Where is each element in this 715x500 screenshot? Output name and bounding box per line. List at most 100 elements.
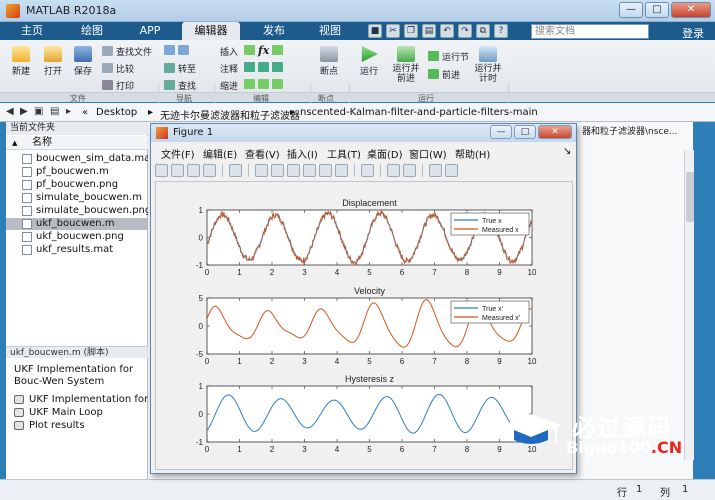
figure-minimize-button[interactable]: — (490, 125, 512, 139)
login-link[interactable]: 登录 (682, 25, 704, 41)
figure-close-button[interactable]: ✕ (538, 125, 572, 139)
link-plot-icon[interactable] (361, 163, 374, 177)
goto-button[interactable]: 转至 (164, 62, 196, 75)
toolbar-separator (222, 163, 223, 177)
menu-tools[interactable]: 工具(T) (327, 146, 361, 161)
figure-title-bar[interactable]: Figure 1 — □ ✕ (151, 124, 576, 142)
tab-home[interactable]: 主页 (12, 22, 52, 40)
open-folder-icon (44, 46, 62, 62)
open-button[interactable]: 打开 (40, 46, 66, 77)
menu-insert[interactable]: 插入(I) (287, 146, 318, 161)
indent-button[interactable]: 缩进 (220, 79, 238, 92)
data-cursor-icon[interactable] (319, 163, 332, 177)
breadcrumb-current[interactable]: nscented-Kalman-filter-and-particle-filt… (300, 107, 538, 118)
indent-tools[interactable] (244, 79, 286, 91)
paste-quick-icon[interactable]: ▤ (422, 24, 436, 38)
brush-icon[interactable] (335, 163, 348, 177)
breakpoints-button[interactable]: 断点 (314, 46, 344, 77)
fx-icon[interactable]: fx (258, 44, 269, 57)
advance-button[interactable]: 前进 (428, 68, 460, 81)
folder-up-icon[interactable]: ▣ (34, 106, 43, 117)
list-item[interactable]: pf_boucwen.png (6, 179, 148, 191)
menu-window[interactable]: 窗口(W) (409, 146, 447, 161)
open-file-icon[interactable] (171, 163, 184, 177)
menu-help[interactable]: 帮助(H) (455, 146, 490, 161)
comment-button[interactable]: 注释 (220, 62, 238, 75)
list-item[interactable]: ukf_results.mat (6, 244, 148, 256)
show-plot-tools-icon[interactable] (445, 163, 458, 177)
browse-folder-icon[interactable]: ▤ (50, 106, 59, 117)
find-files-button[interactable]: 查找文件 (102, 45, 152, 58)
tab-plots[interactable]: 绘图 (68, 22, 116, 40)
path-overflow-icon[interactable]: « (82, 107, 88, 118)
pan-icon[interactable] (287, 163, 300, 177)
forward-nav-icon[interactable]: ▶ (20, 106, 28, 117)
x-tick-label: 5 (367, 445, 372, 454)
back-nav-icon[interactable]: ◀ (6, 106, 14, 117)
insert-colorbar-icon[interactable] (387, 163, 400, 177)
compare-button[interactable]: 比较 (102, 62, 134, 75)
save-quick-icon[interactable]: ■ (368, 24, 382, 38)
copy-quick-icon[interactable]: ❐ (404, 24, 418, 38)
watermark-en: Biguo100.CN (566, 438, 682, 457)
insert-legend-icon[interactable] (403, 163, 416, 177)
figure-toolbar (155, 162, 573, 178)
run-section-button[interactable]: 运行节 (428, 50, 469, 63)
run-and-advance-button[interactable]: 运行并 前进 (390, 46, 422, 84)
minimize-button[interactable]: — (619, 2, 643, 18)
new-button[interactable]: 新建 (8, 46, 34, 77)
scrollbar-thumb[interactable] (686, 172, 694, 222)
details-item[interactable]: UKF Main Loop (14, 407, 103, 418)
menu-edit[interactable]: 编辑(E) (203, 146, 237, 161)
close-button[interactable]: ✕ (671, 2, 711, 18)
menu-view[interactable]: 查看(V) (245, 146, 280, 161)
x-tick-label: 10 (528, 357, 537, 366)
tab-apps[interactable]: APP (128, 22, 172, 40)
run-button[interactable]: 运行 (356, 46, 382, 77)
switch-window-icon[interactable]: ⧉ (476, 24, 490, 38)
details-item[interactable]: Plot results (14, 420, 85, 431)
save-button[interactable]: 保存 (70, 46, 96, 77)
x-tick-label: 7 (432, 357, 437, 366)
name-column-header[interactable]: ▲ 名称 (6, 136, 148, 150)
search-documentation-input[interactable]: 搜索文档 (531, 24, 649, 39)
insert-button[interactable]: 插入 (220, 45, 238, 58)
list-item[interactable]: pf_boucwen.m (6, 166, 148, 178)
find-button[interactable]: 查找 (164, 79, 196, 92)
print-figure-icon[interactable] (203, 163, 216, 177)
maximize-button[interactable]: □ (645, 2, 669, 18)
tab-view[interactable]: 视图 (308, 22, 352, 40)
breadcrumb-desktop[interactable]: Desktop (96, 107, 137, 118)
menu-dock-icon[interactable]: ↘ (563, 146, 571, 157)
comment-tools[interactable] (244, 62, 286, 74)
back-forward-buttons[interactable] (164, 45, 192, 57)
undo-quick-icon[interactable]: ↶ (440, 24, 454, 38)
new-figure-icon[interactable] (155, 163, 168, 177)
hide-plot-tools-icon[interactable] (429, 163, 442, 177)
list-item[interactable]: boucwen_sim_data.mat (6, 153, 154, 165)
goto-label: 转至 (178, 65, 197, 75)
breadcrumb-folder[interactable]: 无迹卡尔曼滤波器和粒子滤波器 (160, 107, 300, 122)
run-and-time-button[interactable]: 运行并 计时 (474, 46, 502, 84)
rotate-3d-icon[interactable] (303, 163, 316, 177)
menu-file[interactable]: 文件(F) (161, 146, 195, 161)
zoom-in-icon[interactable] (255, 163, 268, 177)
tab-editor[interactable]: 编辑器 (182, 22, 240, 40)
menu-desktop[interactable]: 桌面(D) (367, 146, 403, 161)
list-item[interactable]: simulate_boucwen.m (6, 192, 148, 204)
list-item[interactable]: ukf_boucwen.png (6, 231, 148, 243)
help-quick-icon[interactable]: ? (494, 24, 508, 38)
redo-quick-icon[interactable]: ↷ (458, 24, 472, 38)
list-item-selected[interactable]: ukf_boucwen.m (6, 218, 148, 230)
x-tick-label: 7 (432, 268, 437, 277)
zoom-out-icon[interactable] (271, 163, 284, 177)
insert-tools[interactable]: fx (244, 44, 286, 57)
figure-maximize-button[interactable]: □ (514, 125, 536, 139)
list-item[interactable]: simulate_boucwen.png (6, 205, 151, 217)
tab-publish[interactable]: 发布 (252, 22, 296, 40)
print-label: 打印 (116, 82, 135, 92)
edit-plot-icon[interactable] (229, 163, 242, 177)
save-figure-icon[interactable] (187, 163, 200, 177)
cut-quick-icon[interactable]: ✂ (386, 24, 400, 38)
print-button[interactable]: 打印 (102, 79, 134, 92)
